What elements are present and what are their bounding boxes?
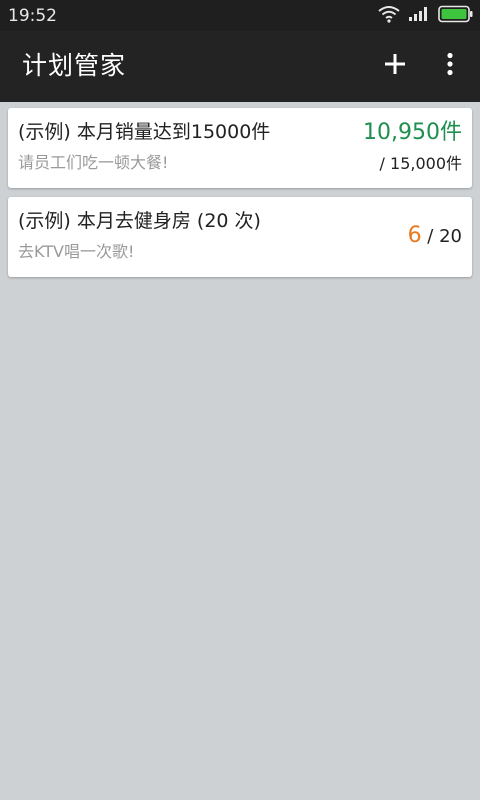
app-bar: 计划管家 xyxy=(0,31,480,102)
plan-current-value: 10,950件 xyxy=(363,120,462,145)
plan-card[interactable]: (示例) 本月去健身房 (20 次) 去KTV唱一次歌! 6 / 20 xyxy=(8,197,472,277)
plan-title: (示例) 本月去健身房 (20 次) xyxy=(18,210,261,232)
plan-target-value: / 20 xyxy=(427,226,462,247)
wifi-icon xyxy=(378,5,400,27)
add-plan-button[interactable] xyxy=(370,41,420,91)
plan-card[interactable]: (示例) 本月销量达到15000件 请员工们吃一顿大餐! 10,950件 / 1… xyxy=(8,108,472,188)
add-icon xyxy=(384,53,406,79)
status-time: 19:52 xyxy=(8,6,57,26)
plan-target-value: / 15,000件 xyxy=(379,154,462,173)
battery-icon xyxy=(438,5,474,27)
plan-progress: 6 / 20 xyxy=(408,223,462,250)
plan-reward: 请员工们吃一顿大餐! xyxy=(18,153,169,172)
plan-reward: 去KTV唱一次歌! xyxy=(18,242,135,261)
plan-list: (示例) 本月销量达到15000件 请员工们吃一顿大餐! 10,950件 / 1… xyxy=(8,108,472,286)
status-bar: 19:52 xyxy=(0,0,480,31)
signal-icon xyxy=(408,6,430,26)
status-icons xyxy=(378,5,474,27)
more-options-button[interactable] xyxy=(425,41,475,91)
more-vert-icon xyxy=(446,52,454,80)
plan-current-value: 6 xyxy=(407,223,422,248)
app-title: 计划管家 xyxy=(22,51,127,80)
plan-title: (示例) 本月销量达到15000件 xyxy=(18,121,271,143)
